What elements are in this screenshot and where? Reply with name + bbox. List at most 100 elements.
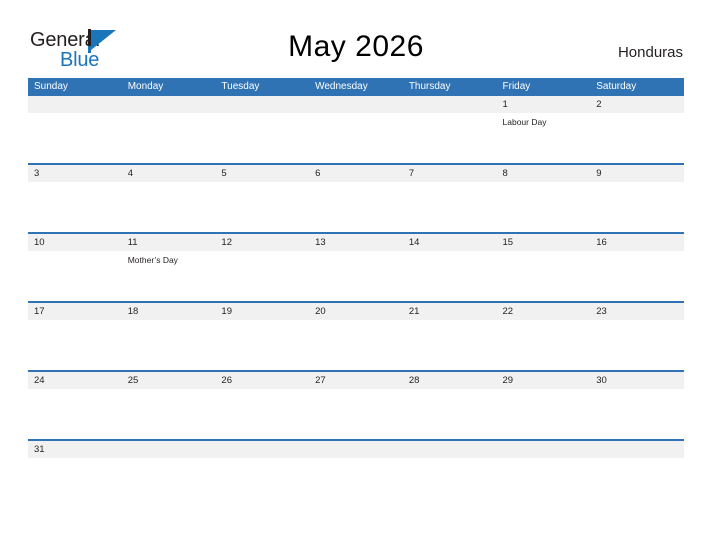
- calendar-week-row: 10 11 12 13 14 15 16 Mother’s Day: [28, 232, 684, 301]
- day-events-26: [215, 389, 309, 439]
- weekday-header-monday: Monday: [127, 81, 164, 92]
- day-events-10: [28, 251, 122, 301]
- day-number-9[interactable]: 9: [590, 165, 684, 182]
- day-number-20[interactable]: 20: [309, 303, 403, 320]
- weekday-header-wednesday: Wednesday: [315, 81, 368, 92]
- day-number-1[interactable]: 1: [497, 96, 591, 113]
- day-number-6[interactable]: 6: [309, 165, 403, 182]
- day-number-10[interactable]: 10: [28, 234, 122, 251]
- day-events-14: [403, 251, 497, 301]
- day-events-22: [497, 320, 591, 370]
- day-events-16: [590, 251, 684, 301]
- day-number-31[interactable]: 31: [28, 441, 122, 458]
- date-number-band: 3456789: [28, 165, 684, 182]
- page-title: May 2026: [288, 30, 424, 63]
- day-events-1[interactable]: Labour Day: [497, 113, 591, 163]
- day-events-8: [497, 182, 591, 232]
- day-events-19: [215, 320, 309, 370]
- day-events-5: [215, 182, 309, 232]
- calendar-week-row: 17 18 19 20 21 22 23: [28, 301, 684, 370]
- day-events-empty: [309, 113, 403, 163]
- calendar-week-row: 3456789: [28, 163, 684, 232]
- day-number-23[interactable]: 23: [590, 303, 684, 320]
- day-number-18[interactable]: 18: [122, 303, 216, 320]
- date-number-band: 31: [28, 441, 684, 458]
- day-events-7: [403, 182, 497, 232]
- weekday-header-sunday: Sunday: [34, 81, 68, 92]
- weekday-header-saturday: Saturday: [596, 81, 637, 92]
- weekday-header-tuesday: Tuesday: [221, 81, 260, 92]
- day-number-14[interactable]: 14: [403, 234, 497, 251]
- day-number-8[interactable]: 8: [497, 165, 591, 182]
- day-events-9: [590, 182, 684, 232]
- day-events-17: [28, 320, 122, 370]
- day-events-28: [403, 389, 497, 439]
- holiday-label: Labour Day: [502, 117, 547, 127]
- day-number-30[interactable]: 30: [590, 372, 684, 389]
- day-events-13: [309, 251, 403, 301]
- day-events-15: [497, 251, 591, 301]
- day-number-empty: [403, 441, 497, 458]
- event-band: [28, 182, 684, 232]
- event-band: [28, 389, 684, 439]
- day-number-15[interactable]: 15: [497, 234, 591, 251]
- day-number-empty: [309, 96, 403, 113]
- day-events-empty: [590, 458, 684, 488]
- day-number-3[interactable]: 3: [28, 165, 122, 182]
- calendar-week-row: 24 25 26 27 28 29 30: [28, 370, 684, 439]
- day-number-24[interactable]: 24: [28, 372, 122, 389]
- day-events-empty: [403, 113, 497, 163]
- day-number-26[interactable]: 26: [215, 372, 309, 389]
- day-number-21[interactable]: 21: [403, 303, 497, 320]
- day-number-29[interactable]: 29: [497, 372, 591, 389]
- day-number-22[interactable]: 22: [497, 303, 591, 320]
- day-number-empty: [215, 96, 309, 113]
- calendar-grid: Sunday Monday Tuesday Wednesday Thursday Frid…: [28, 78, 684, 488]
- day-number-13[interactable]: 13: [309, 234, 403, 251]
- country-label: Honduras: [617, 44, 683, 61]
- day-number-5[interactable]: 5: [215, 165, 309, 182]
- calendar-week-row: 31: [28, 439, 684, 488]
- day-number-4[interactable]: 4: [122, 165, 216, 182]
- day-number-17[interactable]: 17: [28, 303, 122, 320]
- day-events-empty: [309, 458, 403, 488]
- holiday-label: Mother’s Day: [127, 255, 178, 265]
- event-band: Labour Day: [28, 113, 684, 163]
- day-number-empty: [122, 96, 216, 113]
- day-number-11[interactable]: 11: [122, 234, 216, 251]
- day-number-empty: [309, 441, 403, 458]
- calendar-weeks: 1 2 Labour Day 3 4 5 6 7 8 9 10 11 12 13 14 15 16 Mother’…: [28, 96, 684, 488]
- day-number-25[interactable]: 25: [122, 372, 216, 389]
- day-events-11[interactable]: Mother’s Day: [122, 251, 216, 301]
- day-events-30: [590, 389, 684, 439]
- day-number-12[interactable]: 12: [215, 234, 309, 251]
- weekday-header-row: Sunday Monday Tuesday Wednesday Thursday Frid…: [28, 78, 684, 96]
- day-events-27: [309, 389, 403, 439]
- date-number-band: 12: [28, 96, 684, 113]
- day-number-7[interactable]: 7: [403, 165, 497, 182]
- day-events-empty: [122, 113, 216, 163]
- day-number-2[interactable]: 2: [590, 96, 684, 113]
- day-events-24: [28, 389, 122, 439]
- day-number-19[interactable]: 19: [215, 303, 309, 320]
- day-number-16[interactable]: 16: [590, 234, 684, 251]
- day-events-empty: [215, 458, 309, 488]
- day-number-28[interactable]: 28: [403, 372, 497, 389]
- day-number-empty: [590, 441, 684, 458]
- page-header: General Blue May 2026 Honduras: [0, 0, 712, 76]
- day-events-20: [309, 320, 403, 370]
- date-number-band: 24 25 26 27 28 29 30: [28, 372, 684, 389]
- day-events-empty: [215, 113, 309, 163]
- day-events-25: [122, 389, 216, 439]
- day-events-18: [122, 320, 216, 370]
- date-number-band: 10 11 12 13 14 15 16: [28, 234, 684, 251]
- day-events-empty: [122, 458, 216, 488]
- day-events-empty: [28, 113, 122, 163]
- day-number-empty: [28, 96, 122, 113]
- day-events-6: [309, 182, 403, 232]
- day-events-empty: [497, 458, 591, 488]
- day-events-23: [590, 320, 684, 370]
- day-number-27[interactable]: 27: [309, 372, 403, 389]
- day-events-21: [403, 320, 497, 370]
- day-events-29: [497, 389, 591, 439]
